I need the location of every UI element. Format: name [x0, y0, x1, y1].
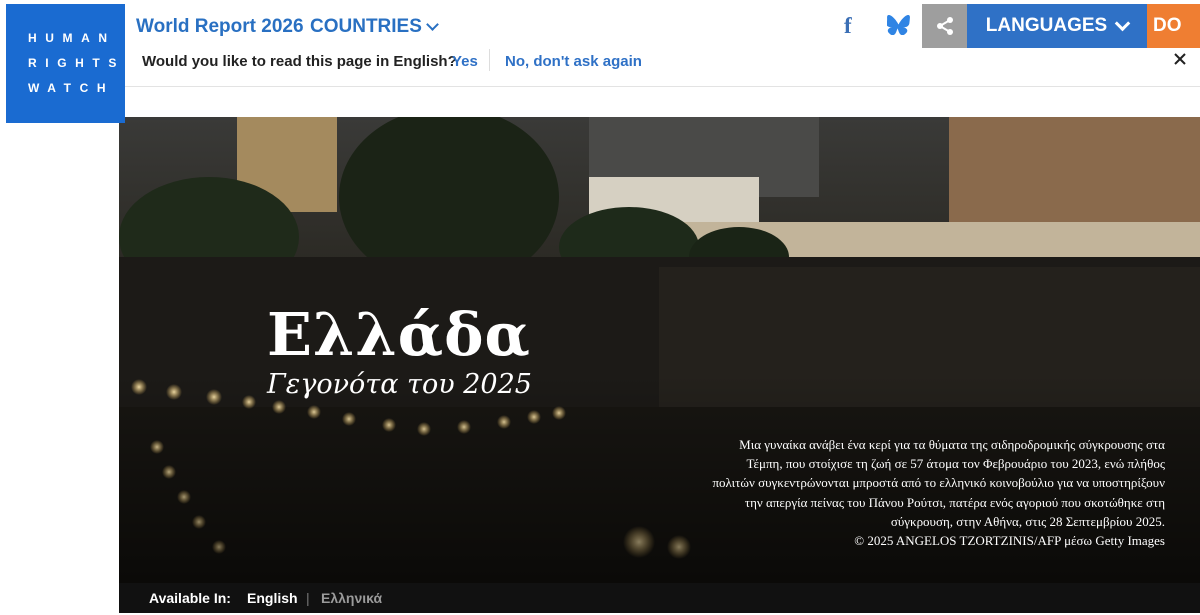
available-in-label: Available In: [149, 590, 231, 606]
language-link-english[interactable]: English [247, 590, 298, 606]
donate-button[interactable]: DO [1147, 4, 1200, 48]
language-separator: | [306, 590, 310, 606]
page-title: Ελλάδα [267, 300, 531, 369]
logo-line-2: RIGHTS [28, 56, 125, 70]
hero-image: Ελλάδα Γεγονότα του 2025 Μια γυναίκα ανά… [119, 117, 1200, 583]
countries-label: COUNTRIES [310, 16, 422, 37]
translate-yes-link[interactable]: Yes [452, 53, 478, 70]
logo-line-1: HUMAN [28, 31, 116, 45]
photo-caption: Μια γυναίκα ανάβει ένα κερί για τα θύματ… [709, 435, 1165, 550]
page-subtitle: Γεγονότα του 2025 [267, 369, 532, 400]
share-button[interactable] [922, 4, 967, 48]
share-icon [936, 17, 953, 35]
close-icon[interactable] [1172, 49, 1188, 69]
caption-text: Μια γυναίκα ανάβει ένα κερί για τα θύματ… [712, 437, 1165, 529]
languages-button[interactable]: LANGUAGES [967, 4, 1147, 48]
photo-credit: © 2025 ANGELOS TZORTZINIS/AFP μέσω Getty… [854, 533, 1165, 549]
chevron-down-icon [426, 18, 439, 31]
facebook-icon[interactable]: f [844, 13, 852, 39]
logo-line-3: WATCH [28, 81, 115, 95]
divider [489, 49, 490, 71]
languages-label: LANGUAGES [985, 15, 1108, 36]
translate-no-link[interactable]: No, don't ask again [505, 53, 642, 70]
translate-prompt-bar: Would you like to read this page in Engl… [125, 48, 1200, 87]
available-in-bar: Available In: English | Ελληνικά [119, 583, 1200, 613]
bluesky-icon[interactable] [887, 15, 910, 35]
top-nav: World Report 2026 COUNTRIES f LANGUAGES … [125, 4, 1200, 48]
countries-menu[interactable]: COUNTRIES [310, 16, 439, 38]
site-title-link[interactable]: World Report 2026 [136, 16, 304, 38]
chevron-down-icon [1114, 15, 1131, 31]
language-link-greek[interactable]: Ελληνικά [321, 590, 382, 606]
translate-question: Would you like to read this page in Engl… [142, 53, 457, 70]
hrw-logo[interactable]: HUMAN RIGHTS WATCH [6, 4, 125, 123]
